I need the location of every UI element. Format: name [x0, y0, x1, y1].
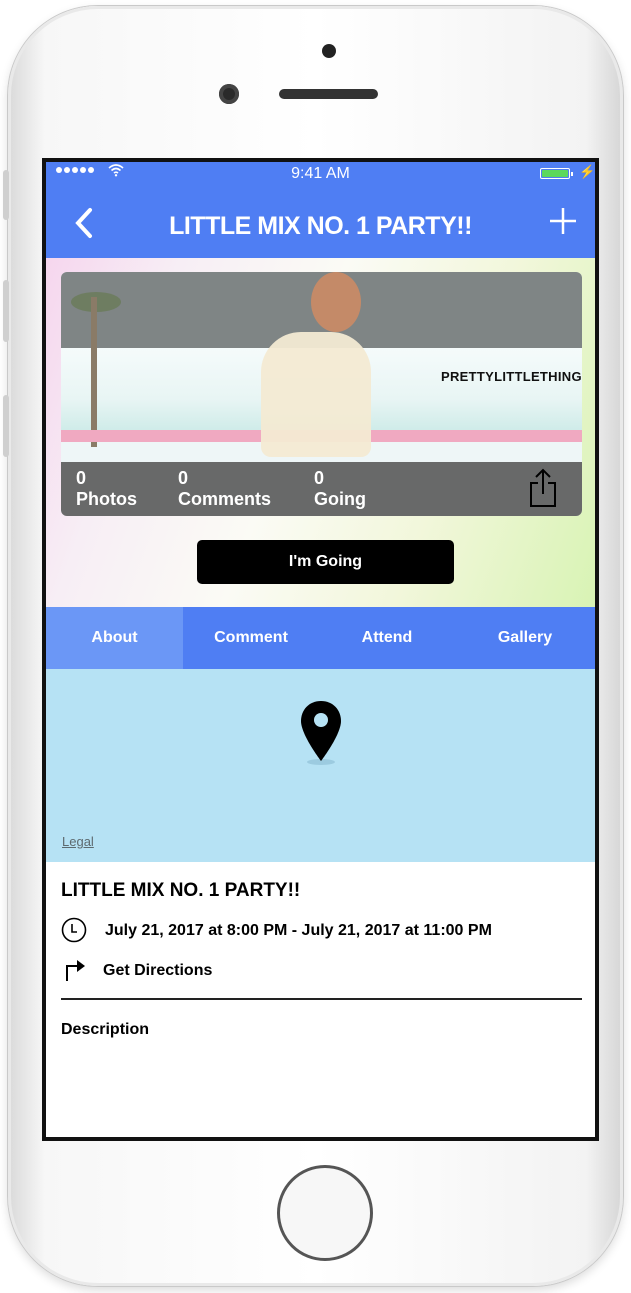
volume-down-button: [3, 395, 9, 457]
photos-stat[interactable]: 0 Photos: [76, 468, 137, 510]
tab-comment[interactable]: Comment: [183, 607, 319, 669]
event-title: LITTLE MIX NO. 1 PARTY!!: [61, 880, 301, 901]
going-label: Going: [314, 489, 366, 509]
status-bar: 9:41 AM ⚡: [46, 162, 595, 184]
page-title: LITTLE MIX NO. 1 PARTY!!: [169, 212, 472, 240]
divider: [61, 998, 582, 1000]
chevron-left-icon: [75, 208, 92, 238]
volume-up-button: [3, 280, 9, 342]
phone-screen: 9:41 AM ⚡ LITTLE MIX NO. 1 PARTY!! PRETT…: [42, 158, 599, 1141]
stats-bar: 0 Photos 0 Comments 0 Going: [61, 462, 582, 516]
event-cover-photo: PRETTYLITTLETHING 0 Photos 0 Comments 0 …: [61, 272, 582, 516]
get-directions-link[interactable]: Get Directions: [103, 962, 212, 980]
map-pin-icon[interactable]: [299, 699, 343, 769]
comments-stat[interactable]: 0 Comments: [178, 468, 271, 510]
location-map[interactable]: Legal: [46, 669, 595, 862]
plus-icon: [550, 208, 576, 234]
brand-text: PRETTYLITTLETHING: [441, 369, 582, 384]
comments-label: Comments: [178, 489, 272, 509]
add-button[interactable]: [548, 206, 578, 246]
share-icon: [530, 468, 556, 507]
photos-count: 0: [76, 468, 87, 488]
tab-attend[interactable]: Attend: [319, 607, 455, 669]
photos-label: Photos: [76, 489, 137, 509]
going-count: 0: [314, 468, 325, 488]
clock-icon: [61, 917, 87, 943]
front-camera: [219, 84, 239, 104]
status-time: 9:41 AM: [291, 165, 350, 182]
tab-about[interactable]: About: [46, 607, 183, 669]
tab-gallery[interactable]: Gallery: [455, 607, 595, 669]
map-legal-link[interactable]: Legal: [62, 834, 94, 849]
home-button[interactable]: [277, 1165, 373, 1261]
mute-switch: [3, 170, 9, 220]
tab-bar: About Comment Attend Gallery: [46, 607, 595, 669]
earpiece-speaker: [279, 89, 378, 99]
back-button[interactable]: [72, 206, 102, 246]
going-stat[interactable]: 0 Going: [314, 468, 366, 510]
app-content: 9:41 AM ⚡ LITTLE MIX NO. 1 PARTY!! PRETT…: [46, 162, 595, 1137]
event-details: LITTLE MIX NO. 1 PARTY!! July 21, 2017 a…: [46, 862, 595, 1137]
turn-right-arrow-icon: [63, 957, 89, 983]
charging-icon: ⚡: [579, 164, 595, 179]
description-heading: Description: [61, 1021, 150, 1038]
share-button[interactable]: [529, 468, 557, 508]
event-datetime: July 21, 2017 at 8:00 PM - July 21, 2017…: [105, 922, 492, 939]
im-going-button[interactable]: I'm Going: [197, 540, 454, 584]
comments-count: 0: [178, 468, 189, 488]
nav-header: 9:41 AM ⚡ LITTLE MIX NO. 1 PARTY!!: [46, 162, 595, 258]
proximity-sensor: [322, 44, 336, 58]
battery-icon: [540, 168, 573, 179]
